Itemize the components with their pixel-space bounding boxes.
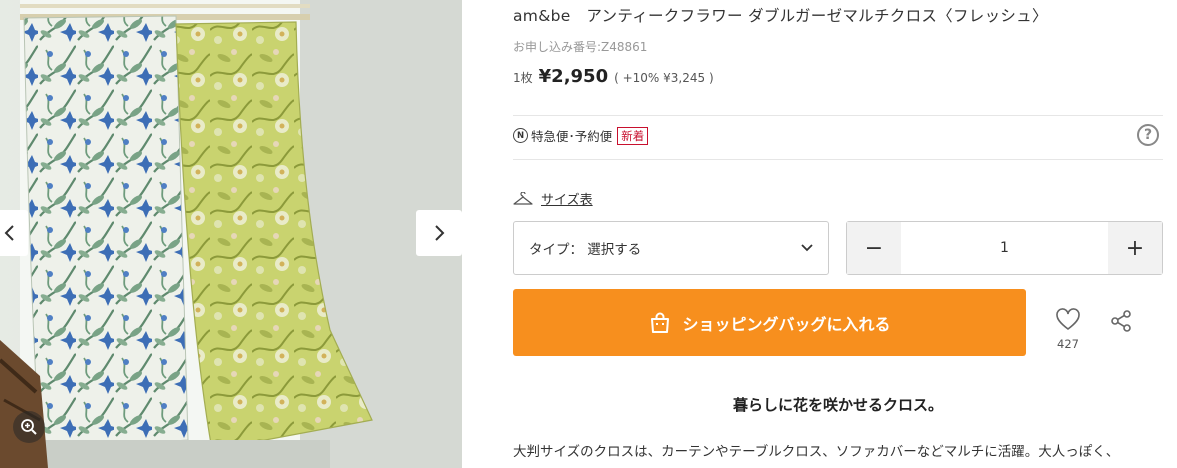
hanger-icon xyxy=(513,191,533,205)
quantity-value[interactable]: 1 xyxy=(901,222,1108,274)
shipping-label: 特急便･予約便 xyxy=(531,129,613,144)
size-chart-link[interactable]: サイズ表 xyxy=(513,189,593,208)
help-icon[interactable]: ? xyxy=(1137,124,1159,146)
size-chart-label[interactable]: サイズ表 xyxy=(541,189,593,208)
order-number: お申し込み番号:Z48861 xyxy=(513,40,648,54)
description-headline: 暮らしに花を咲かせるクロス。 xyxy=(732,396,943,414)
favorite-button[interactable]: 427 xyxy=(1054,308,1082,351)
add-to-bag-button[interactable]: ショッピングバッグに入れる xyxy=(513,289,1026,356)
divider xyxy=(513,159,1163,160)
share-button[interactable] xyxy=(1109,309,1133,337)
quantity-stepper[interactable]: − 1 + xyxy=(846,221,1163,275)
product-photo xyxy=(0,0,462,468)
chevron-left-icon xyxy=(4,225,14,241)
shopping-bag-icon xyxy=(651,312,670,333)
add-to-bag-label: ショッピングバッグに入れる xyxy=(682,314,891,334)
description-body: 大判サイズのクロスは、カーテンやテーブルクロス、ソファカバーなどマルチに活躍。大… xyxy=(513,444,1120,460)
share-icon xyxy=(1111,310,1131,332)
heart-icon xyxy=(1056,308,1080,331)
quantity-minus-button[interactable]: − xyxy=(847,222,901,274)
favorite-count: 427 xyxy=(1057,337,1079,351)
price: ¥2,950 xyxy=(538,66,609,87)
new-badge: 新着 xyxy=(617,126,649,145)
price-row: 1枚 ¥2,950 ( +10% ¥3,245 ) xyxy=(513,66,714,87)
chevron-down-icon xyxy=(801,244,813,252)
previous-image-button[interactable] xyxy=(0,210,28,256)
quantity-plus-button[interactable]: + xyxy=(1108,222,1162,274)
type-select-value: タイプ： 選択する xyxy=(529,242,642,258)
product-title: am&be アンティークフラワー ダブルガーゼマルチクロス〈フレッシュ〉 xyxy=(513,7,1048,25)
chevron-right-icon xyxy=(435,225,445,241)
tax-included-price: ( +10% ¥3,245 ) xyxy=(614,71,714,85)
product-image-gallery[interactable] xyxy=(0,0,462,468)
type-select[interactable]: タイプ： 選択する xyxy=(513,221,829,275)
shipping-n-icon: N xyxy=(513,128,528,143)
zoom-button[interactable] xyxy=(13,411,45,443)
next-image-button[interactable] xyxy=(416,210,462,256)
divider xyxy=(513,115,1163,116)
zoom-in-icon xyxy=(21,419,37,435)
shipping-info: N 特急便･予約便 新着 xyxy=(513,126,649,145)
price-unit: 1枚 xyxy=(513,71,533,85)
